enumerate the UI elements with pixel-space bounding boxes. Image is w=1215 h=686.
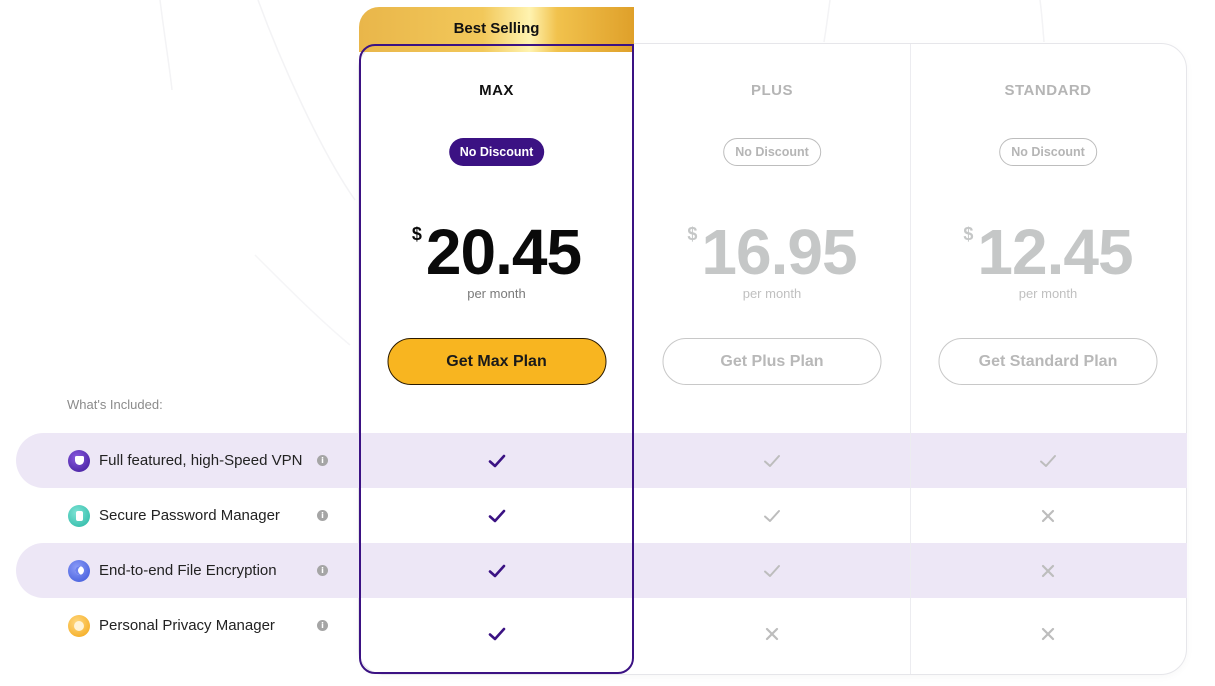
check-glyph bbox=[488, 627, 506, 640]
discount-badge: No Discount bbox=[723, 138, 821, 166]
privacy-manager-icon bbox=[68, 614, 90, 637]
price-amount: 16.95 bbox=[701, 216, 857, 288]
check-glyph bbox=[1040, 454, 1056, 467]
feature-label: Personal Privacy Manager bbox=[99, 617, 275, 634]
cross-icon bbox=[910, 606, 1186, 661]
currency-symbol: $ bbox=[687, 224, 698, 244]
get-standard-plan-button[interactable]: Get Standard Plan bbox=[938, 338, 1158, 385]
billing-period: per month bbox=[467, 286, 526, 301]
billing-period: per month bbox=[1018, 286, 1078, 301]
check-glyph bbox=[764, 564, 780, 577]
billing-period: per month bbox=[742, 286, 802, 301]
vpn-shield-icon bbox=[68, 449, 90, 472]
cross-glyph bbox=[1041, 564, 1055, 577]
info-icon[interactable]: i bbox=[317, 510, 328, 521]
check-icon bbox=[634, 488, 910, 543]
password-manager-icon bbox=[68, 504, 90, 527]
info-icon[interactable]: i bbox=[317, 565, 328, 576]
check-icon bbox=[359, 606, 635, 661]
feature-label: End-to-end File Encryption bbox=[99, 562, 277, 579]
info-icon[interactable]: i bbox=[317, 620, 328, 631]
check-glyph bbox=[764, 509, 780, 522]
feature-item-password-manager: Secure Password Manager i bbox=[68, 488, 338, 543]
feature-label: Secure Password Manager bbox=[99, 507, 280, 524]
file-encryption-icon bbox=[68, 559, 90, 582]
plan-name: STANDARD bbox=[1004, 82, 1092, 99]
discount-badge: No Discount bbox=[448, 138, 545, 166]
check-glyph bbox=[488, 509, 506, 522]
cross-glyph bbox=[765, 627, 779, 640]
plan-name: MAX bbox=[479, 82, 514, 99]
price: $ 12.45 bbox=[910, 220, 1186, 284]
check-icon bbox=[634, 543, 910, 598]
currency-symbol: $ bbox=[963, 224, 974, 244]
feature-item-privacy-manager: Personal Privacy Manager i bbox=[68, 598, 338, 653]
cross-icon bbox=[634, 606, 910, 661]
check-icon bbox=[359, 488, 635, 543]
cross-glyph bbox=[1041, 509, 1055, 522]
price-amount: 20.45 bbox=[425, 216, 582, 288]
plan-name: PLUS bbox=[750, 82, 793, 99]
whats-included-heading: What's Included: bbox=[67, 397, 163, 412]
price: $ 20.45 bbox=[361, 220, 632, 284]
cross-icon bbox=[910, 543, 1186, 598]
cross-glyph bbox=[1041, 627, 1055, 640]
get-max-plan-button[interactable]: Get Max Plan bbox=[387, 338, 606, 385]
discount-badge: No Discount bbox=[999, 138, 1097, 166]
check-glyph bbox=[764, 454, 780, 467]
price: $ 16.95 bbox=[634, 220, 910, 284]
check-icon bbox=[634, 433, 910, 488]
currency-symbol: $ bbox=[411, 224, 422, 244]
price-amount: 12.45 bbox=[977, 216, 1133, 288]
get-plus-plan-button[interactable]: Get Plus Plan bbox=[662, 338, 882, 385]
cross-icon bbox=[910, 488, 1186, 543]
feature-label: Full featured, high-Speed VPN bbox=[99, 452, 303, 469]
feature-item-vpn: Full featured, high-Speed VPN i bbox=[68, 433, 338, 488]
best-selling-label: Best Selling bbox=[453, 20, 540, 37]
check-icon bbox=[359, 433, 635, 488]
check-glyph bbox=[488, 564, 506, 577]
check-glyph bbox=[488, 454, 506, 467]
check-icon bbox=[910, 433, 1186, 488]
info-icon[interactable]: i bbox=[317, 455, 328, 466]
check-icon bbox=[359, 543, 635, 598]
feature-item-file-encryption: End-to-end File Encryption i bbox=[68, 543, 338, 598]
